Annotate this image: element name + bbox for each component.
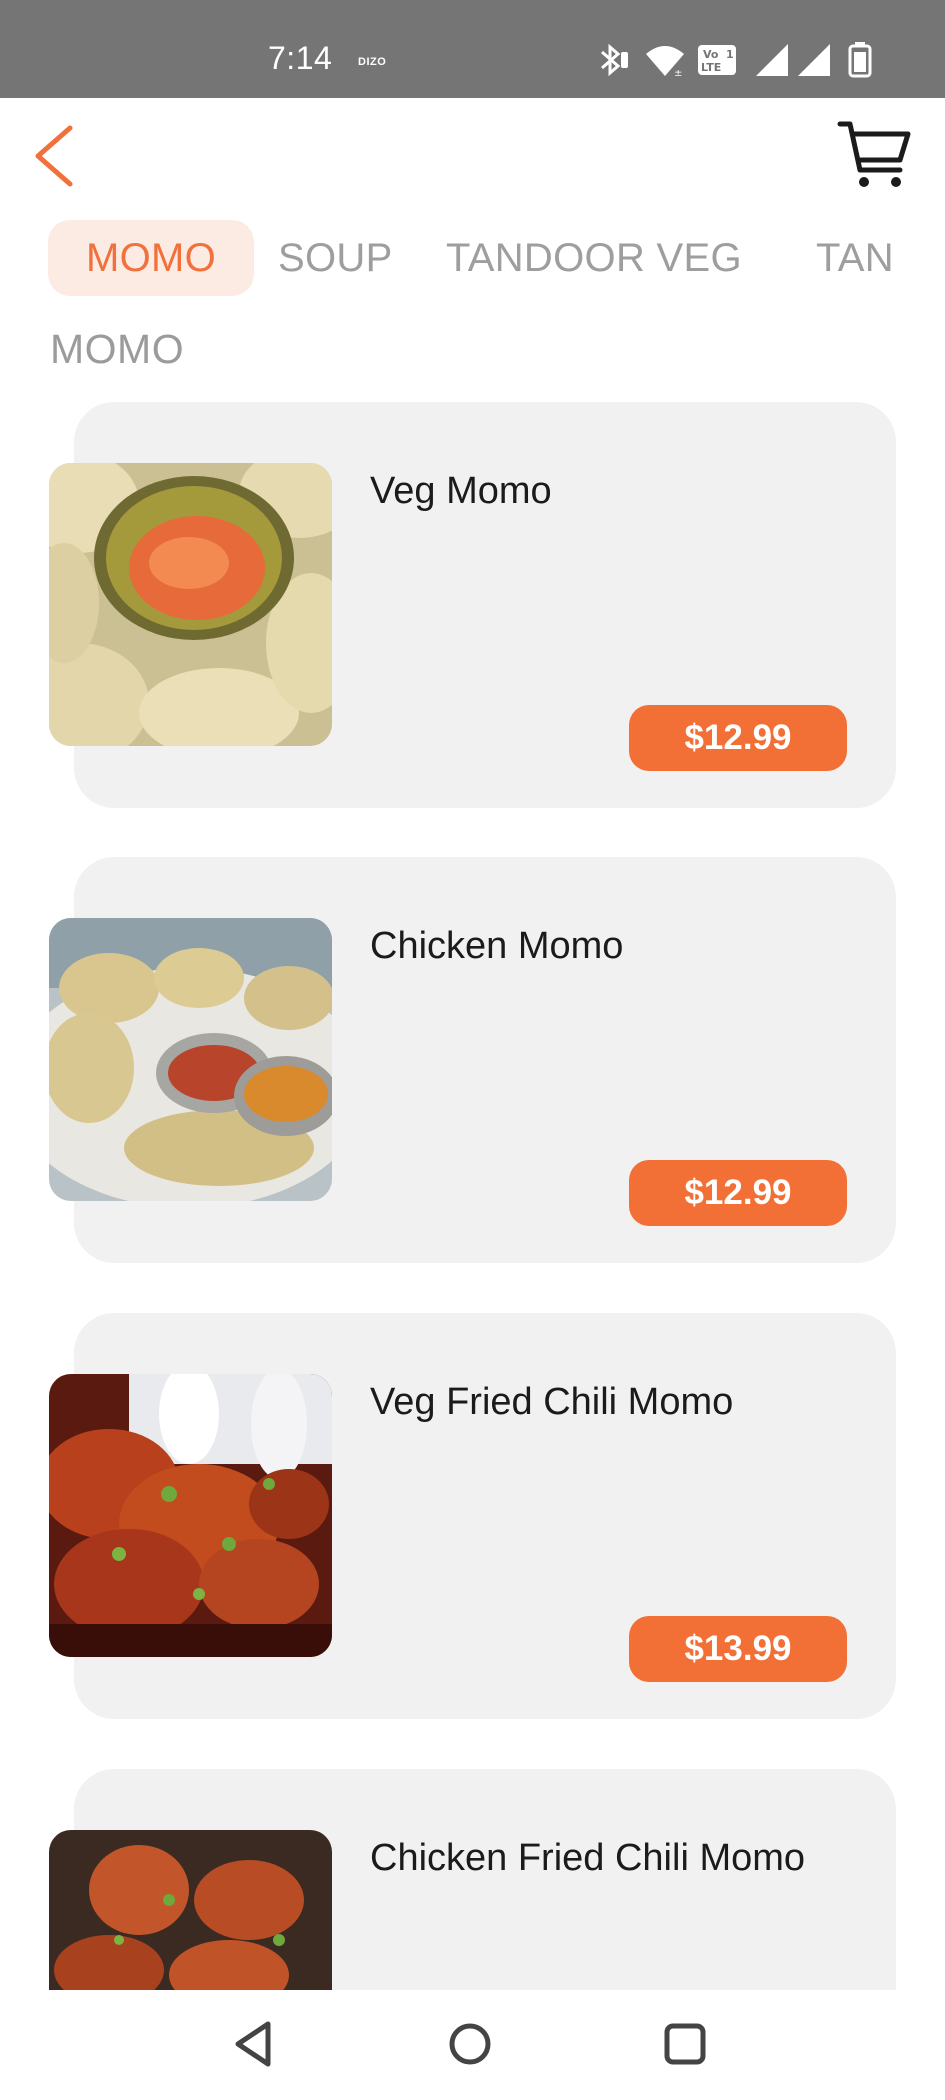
home-circle-icon bbox=[449, 2023, 491, 2065]
svg-text:1: 1 bbox=[726, 48, 734, 61]
cart-icon bbox=[837, 121, 911, 187]
status-bar: 7:14 DIZO ± Vo LTE 1 bbox=[0, 0, 945, 98]
item-name: Veg Momo bbox=[370, 470, 552, 512]
status-carrier: DIZO bbox=[358, 56, 387, 68]
nav-recents-button[interactable] bbox=[655, 2014, 715, 2074]
back-triangle-icon bbox=[235, 2021, 271, 2067]
signal-icon bbox=[798, 44, 830, 76]
nav-back-button[interactable] bbox=[224, 2014, 284, 2074]
back-button[interactable] bbox=[28, 122, 88, 192]
nav-home-button[interactable] bbox=[440, 2014, 500, 2074]
wifi-icon: ± bbox=[646, 46, 684, 78]
item-name: Veg Fried Chili Momo bbox=[370, 1381, 734, 1423]
item-name: Chicken Momo bbox=[370, 925, 624, 967]
food-image bbox=[49, 1374, 332, 1657]
tab-momo[interactable]: MOMO bbox=[48, 220, 254, 296]
tab-tandoor-veg[interactable]: TANDOOR VEG bbox=[446, 220, 742, 296]
chevron-left-icon bbox=[35, 125, 73, 187]
section-title: MOMO bbox=[50, 326, 185, 372]
food-image bbox=[49, 1830, 332, 1990]
svg-text:±: ± bbox=[674, 68, 682, 78]
food-image bbox=[49, 463, 332, 746]
food-image bbox=[49, 918, 332, 1201]
status-time: 7:14 bbox=[268, 40, 333, 76]
tab-soup[interactable]: SOUP bbox=[278, 220, 393, 296]
bluetooth-icon bbox=[601, 43, 628, 77]
item-name: Chicken Fried Chili Momo bbox=[370, 1837, 806, 1879]
svg-text:Vo: Vo bbox=[703, 48, 719, 61]
category-tabs: MOMO SOUP TANDOOR VEG TAN bbox=[0, 220, 900, 300]
price-button[interactable]: $12.99 bbox=[629, 1160, 847, 1226]
cart-button[interactable] bbox=[836, 118, 912, 192]
price-button[interactable]: $13.99 bbox=[629, 1616, 847, 1682]
volte-icon: Vo LTE 1 bbox=[698, 45, 736, 75]
battery-icon bbox=[848, 42, 872, 78]
app-screen: 7:14 DIZO ± Vo LTE 1 MOMO SOUP TANDOOR V… bbox=[0, 0, 945, 2100]
svg-text:LTE: LTE bbox=[701, 61, 721, 74]
system-nav-bar bbox=[0, 1990, 945, 2100]
tab-tandoor-partial[interactable]: TAN bbox=[816, 220, 894, 296]
signal-icon bbox=[756, 44, 788, 76]
recents-square-icon bbox=[664, 2023, 706, 2065]
price-button[interactable]: $12.99 bbox=[629, 705, 847, 771]
